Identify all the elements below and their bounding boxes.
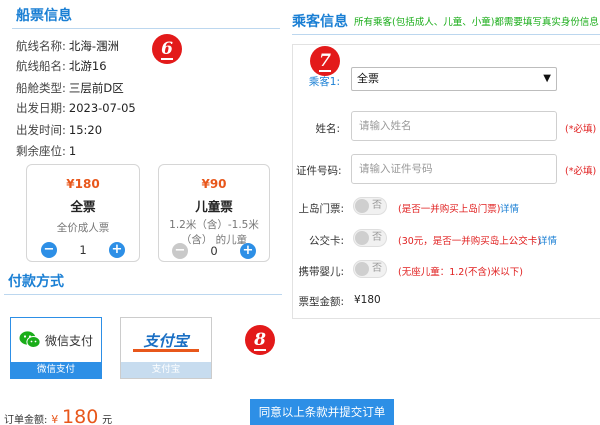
wechat-logo: 微信支付 [19,330,93,350]
step-7-badge: 7 [310,46,340,76]
ticket-total-label: 票型金额: [298,296,344,308]
payment-section-title: 付款方式 [8,274,64,290]
toggle-text: 否 [372,232,382,243]
passenger-section-title: 乘客信息 [292,14,348,30]
ticket-type-select[interactable]: 全票 ▼ [351,67,557,91]
child-price: ¥90 [201,177,227,191]
order-amount-value: 180 [62,406,99,425]
passenger-1-label: 乘客1: [308,76,340,88]
ticket-section-title: 船票信息 [16,8,72,24]
ticket-info-row: 航线名称: 北海-涠洲 [16,38,119,54]
adult-title: 全票 [70,199,96,214]
alipay-logo: 支付宝 [133,330,199,352]
child-quantity-stepper: − 0 + [159,242,269,260]
info-value: 15:20 [68,123,103,137]
adult-ticket-card[interactable]: ¥180 全票 全价成人票 − 1 + [26,164,140,262]
step-6-badge: 6 [152,34,182,64]
info-label: 剩余座位: [16,144,66,158]
adult-desc: 全价成人票 [56,222,110,234]
passenger-divider [292,34,600,35]
info-value: 2023-07-05 [68,101,136,115]
order-amount: 订单金额: ¥ 180 元 [4,406,112,425]
toggle-knob [355,262,369,276]
order-currency: ¥ [51,413,59,425]
order-amount-label: 订单金额: [4,415,48,425]
child-quantity: 0 [210,244,218,258]
island-ticket-label: 上岛门票: [298,203,344,215]
bus-card-note: (30元，是否一并购买岛上公交卡) [398,236,542,247]
info-label: 出发日期: [16,101,66,115]
infant-note: (无座儿童：1.2(不含)米以下) [398,267,523,278]
adult-quantity: 1 [79,243,87,257]
info-label: 航线船名: [16,59,66,73]
child-minus-button[interactable]: − [172,243,188,259]
wechat-caption: 微信支付 [11,362,101,378]
wechat-pay-option[interactable]: 微信支付 微信支付 [10,317,102,379]
name-label: 姓名: [315,123,340,135]
ticket-info-row: 航线船名: 北游16 [16,58,107,74]
ticket-info-row: 船舱类型: 三层前D区 [16,80,124,96]
wechat-icon [19,331,41,348]
adult-plus-button[interactable]: + [109,242,125,258]
toggle-text: 否 [372,200,382,211]
ticket-total-value: ¥180 [354,294,381,306]
name-input[interactable]: 请输入姓名 [351,111,557,141]
island-ticket-note: (是否一并购买上岛门票) [398,204,501,215]
adult-minus-button[interactable]: − [41,242,57,258]
ticket-info-row: 剩余座位: 1 [16,143,76,159]
ticket-divider [12,28,280,29]
chevron-down-icon: ▼ [543,73,551,84]
child-desc-line1: 1.2米（含）-1.5米 [169,219,259,231]
island-ticket-toggle[interactable]: 否 [353,197,387,215]
infant-label: 携带婴儿: [298,266,344,278]
wechat-text: 微信支付 [45,333,94,348]
island-detail-link[interactable]: 详情 [500,201,519,215]
alipay-caption: 支付宝 [121,362,211,378]
info-label: 船舱类型: [16,81,66,95]
ticket-info-row: 出发时间: 15:20 [16,122,102,138]
ticket-type-value: 全票 [357,72,379,85]
step-8-badge: 8 [245,325,275,355]
id-required-note: (*必填) [565,166,597,177]
id-label: 证件号码: [296,165,342,177]
child-ticket-card[interactable]: ¥90 儿童票 1.2米（含）-1.5米 （含） 的儿童 − 0 + [158,164,270,262]
adult-price: ¥180 [66,177,100,191]
child-plus-button[interactable]: + [240,243,256,259]
info-label: 出发时间: [16,123,66,137]
payment-divider [4,294,282,295]
alipay-option[interactable]: 支付宝 支付宝 [120,317,212,379]
info-value: 北海-涠洲 [68,39,120,53]
info-value: 北游16 [68,59,107,73]
name-required-note: (*必填) [565,124,597,135]
toggle-knob [355,231,369,245]
info-value: 1 [68,144,77,158]
toggle-knob [355,199,369,213]
id-number-input[interactable]: 请输入证件号码 [351,154,557,184]
passenger-subtitle: 所有乘客(包括成人、儿童、小童)都需要填写真实身份信息 [354,17,599,28]
order-unit: 元 [102,415,113,425]
bus-card-label: 公交卡: [308,235,344,247]
toggle-text: 否 [372,263,382,274]
ticket-info-row: 出发日期: 2023-07-05 [16,100,136,116]
submit-order-button[interactable]: 同意以上条款并提交订单 [250,399,394,425]
bus-card-toggle[interactable]: 否 [353,229,387,247]
adult-quantity-stepper: − 1 + [27,241,139,259]
infant-toggle[interactable]: 否 [353,260,387,278]
info-value: 三层前D区 [68,81,124,95]
bus-detail-link[interactable]: 详情 [538,233,557,247]
info-label: 航线名称: [16,39,66,53]
child-title: 儿童票 [195,199,233,214]
